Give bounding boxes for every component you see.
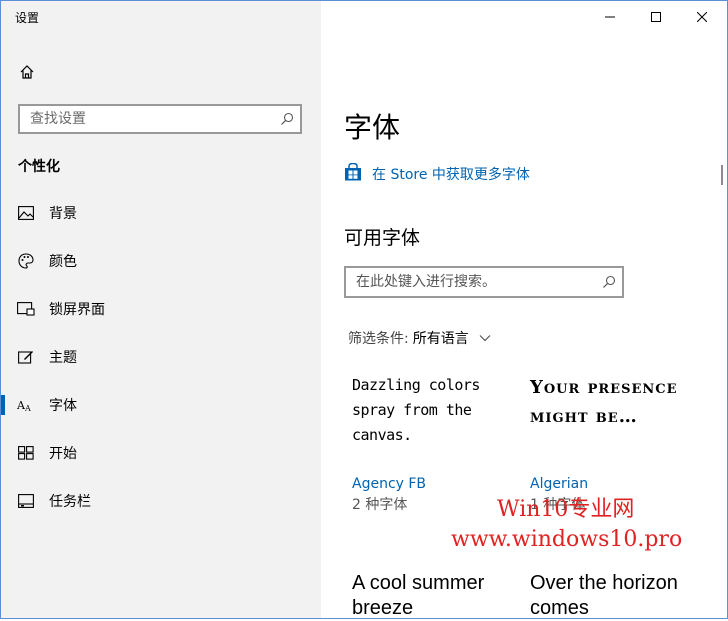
- filter-value: 所有语言: [412, 331, 469, 347]
- sidebar-item-themes[interactable]: 主题: [1, 333, 321, 381]
- scrollbar-thumb[interactable]: [721, 165, 723, 185]
- font-count: 1 种字体: [530, 497, 586, 513]
- settings-sidebar: 设置 个性化 背景 颜色 锁屏界面: [1, 1, 321, 618]
- font-meta: Algerian 1 种字体: [530, 476, 588, 514]
- font-icon: AA: [17, 396, 35, 414]
- store-link[interactable]: 在 Store 中获取更多字体: [344, 162, 530, 185]
- active-indicator: [1, 395, 5, 415]
- font-name: Agency FB: [352, 476, 427, 492]
- font-card[interactable]: Over the horizon comes: [530, 571, 720, 621]
- sidebar-item-fonts[interactable]: AA 字体: [1, 381, 321, 429]
- fonts-page: 字体 在 Store 中获取更多字体 可用字体 筛选条件: 所有语言 Dazzl…: [321, 1, 726, 621]
- sidebar-item-colors[interactable]: 颜色: [1, 237, 321, 285]
- app-title: 设置: [15, 11, 40, 25]
- font-card-agency-fb[interactable]: Dazzling colors spray from the canvas. A…: [352, 373, 512, 513]
- close-icon: [696, 7, 708, 26]
- minimize-button[interactable]: [587, 1, 633, 31]
- home-button[interactable]: [17, 64, 37, 84]
- svg-text:A: A: [24, 404, 31, 412]
- sidebar-item-label: 颜色: [49, 254, 77, 270]
- palette-icon: [17, 252, 35, 270]
- maximize-icon: [651, 7, 661, 26]
- maximize-button[interactable]: [633, 1, 679, 31]
- theme-icon: [17, 348, 35, 366]
- search-icon[interactable]: [274, 106, 300, 132]
- sidebar-item-taskbar[interactable]: 任务栏: [1, 477, 321, 525]
- font-count: 2 种字体: [352, 497, 408, 513]
- page-title: 字体: [344, 111, 401, 144]
- font-sample: A cool summer breeze: [352, 572, 485, 619]
- sidebar-item-background[interactable]: 背景: [1, 189, 321, 237]
- search-icon[interactable]: [596, 268, 622, 296]
- settings-search-input[interactable]: [20, 106, 274, 132]
- sidebar-item-lock-screen[interactable]: 锁屏界面: [1, 285, 321, 333]
- minimize-icon: [605, 7, 615, 26]
- sidebar-item-label: 背景: [49, 206, 77, 222]
- font-card-algerian[interactable]: Your presence might be… Algerian 1 种字体: [530, 373, 700, 513]
- close-button[interactable]: [679, 1, 725, 31]
- home-icon: [19, 64, 35, 84]
- font-search-box[interactable]: [344, 266, 624, 298]
- font-search-input[interactable]: [346, 268, 596, 296]
- available-fonts-heading: 可用字体: [344, 227, 421, 249]
- language-filter-dropdown[interactable]: 筛选条件: 所有语言: [348, 328, 491, 348]
- sidebar-nav: 背景 颜色 锁屏界面 主题 AA 字体 开始 任务栏: [1, 189, 321, 525]
- font-name: Algerian: [530, 476, 589, 492]
- sidebar-item-label: 字体: [49, 398, 77, 414]
- sidebar-item-start[interactable]: 开始: [1, 429, 321, 477]
- font-card[interactable]: A cool summer breeze: [352, 571, 522, 621]
- sidebar-item-label: 锁屏界面: [49, 302, 105, 318]
- sidebar-item-label: 任务栏: [49, 494, 91, 510]
- store-icon: [344, 162, 362, 185]
- lock-screen-icon: [17, 300, 35, 318]
- filter-label: 筛选条件:: [348, 331, 409, 347]
- section-title: 个性化: [18, 159, 60, 175]
- font-sample: Dazzling colors spray from the canvas.: [352, 376, 480, 444]
- sidebar-item-label: 主题: [49, 350, 77, 366]
- sidebar-item-label: 开始: [49, 446, 77, 462]
- settings-search-box[interactable]: [18, 104, 302, 134]
- font-sample: Over the horizon comes: [530, 572, 678, 619]
- picture-icon: [17, 204, 35, 222]
- taskbar-icon: [17, 492, 35, 510]
- font-meta: Agency FB 2 种字体: [352, 476, 426, 514]
- font-sample: Your presence might be…: [530, 377, 678, 427]
- start-icon: [17, 444, 35, 462]
- store-link-label: 在 Store 中获取更多字体: [372, 167, 530, 183]
- chevron-down-icon: [479, 334, 491, 342]
